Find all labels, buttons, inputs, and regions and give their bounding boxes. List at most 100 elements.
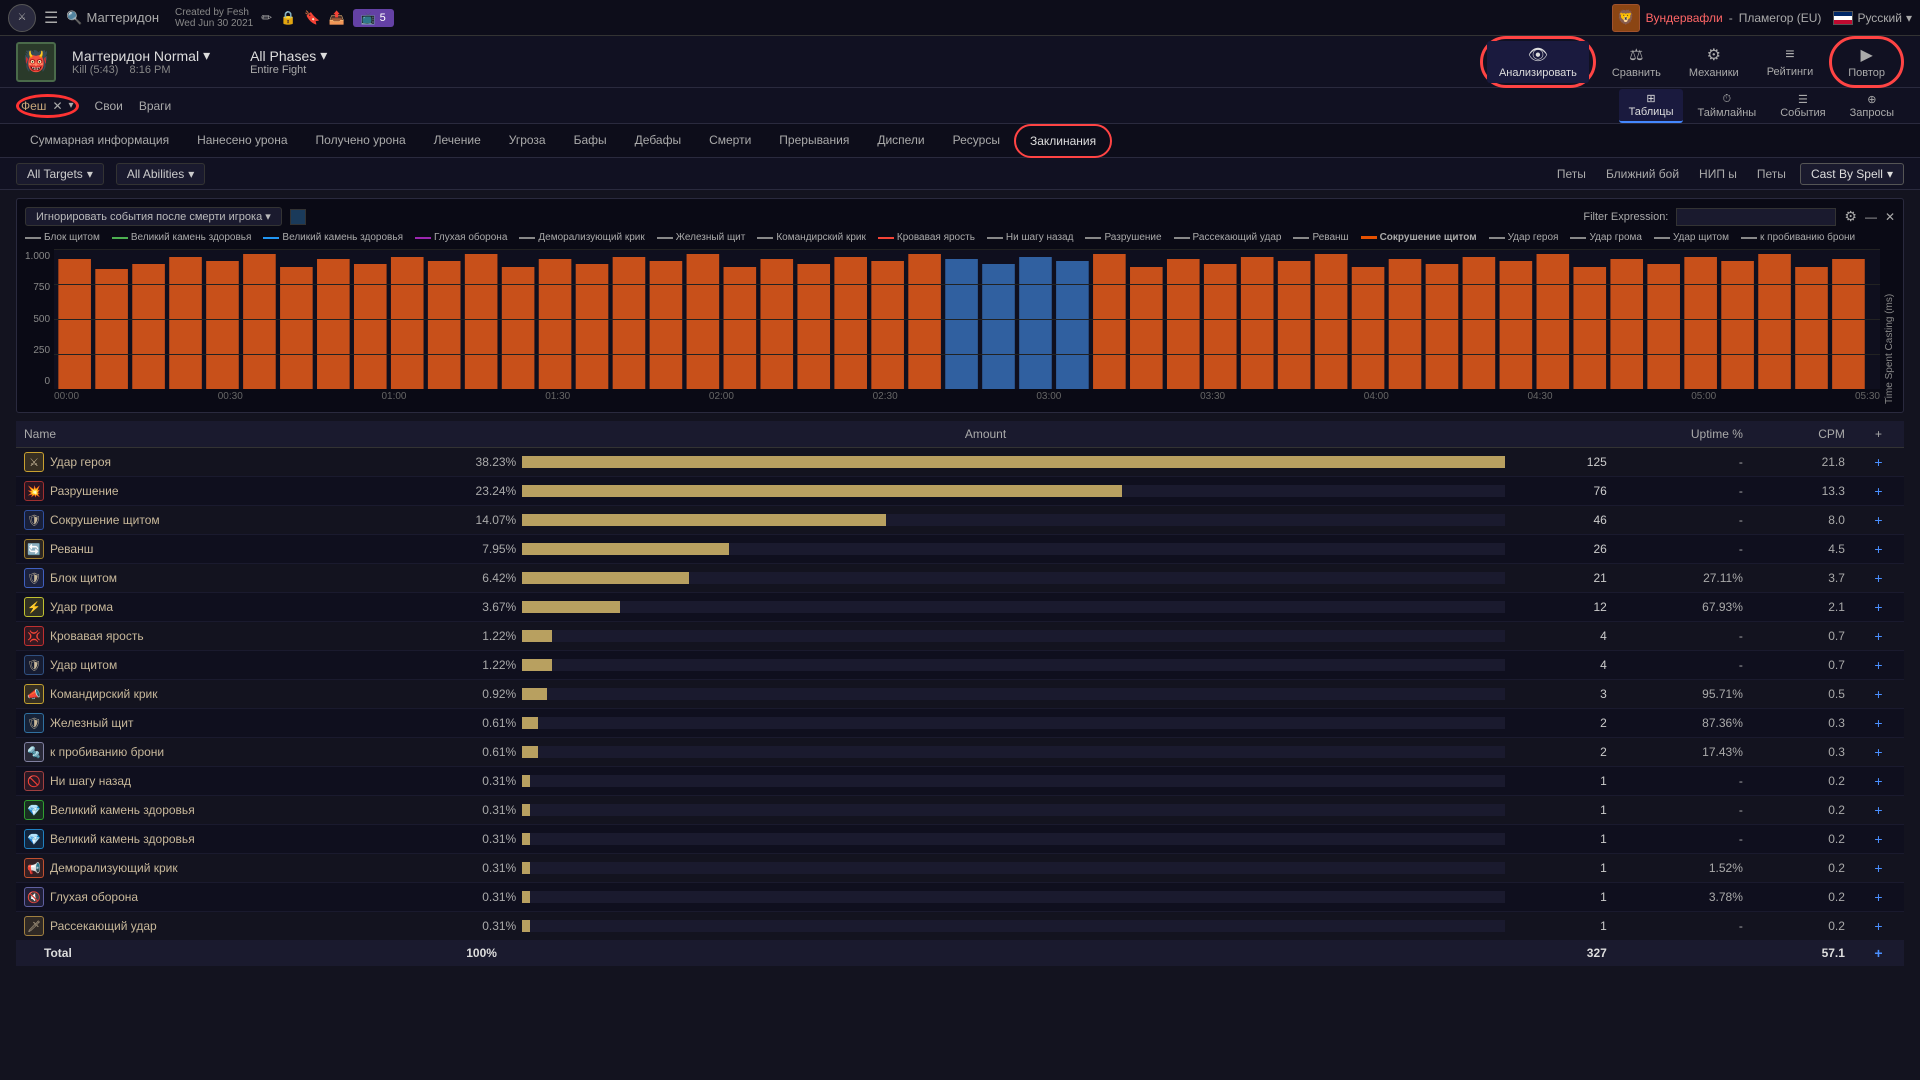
expand-button[interactable]: + bbox=[1874, 831, 1882, 847]
plus-cell[interactable]: + bbox=[1853, 738, 1904, 767]
tab-spells[interactable]: Заклинания bbox=[1014, 124, 1112, 158]
pct-text: 0.61% bbox=[466, 745, 516, 759]
ratings-button[interactable]: ≡ Рейтинги bbox=[1755, 42, 1826, 82]
chart-close-icon[interactable]: ✕ bbox=[1885, 210, 1895, 224]
plus-cell[interactable]: + bbox=[1853, 622, 1904, 651]
mechanics-button[interactable]: ⚙ Механики bbox=[1677, 41, 1751, 83]
events-button[interactable]: ☰ События bbox=[1770, 90, 1835, 122]
compare-button[interactable]: ⚖ Сравнить bbox=[1600, 41, 1673, 83]
npc-button[interactable]: НИП ы bbox=[1693, 167, 1743, 181]
expand-button[interactable]: + bbox=[1874, 715, 1882, 731]
hamburger-menu[interactable]: ☰ bbox=[44, 8, 58, 28]
replay-button[interactable]: ▶ Повтор bbox=[1836, 41, 1897, 83]
plus-cell[interactable]: + bbox=[1853, 680, 1904, 709]
uptime-cell: 87.36% bbox=[1615, 709, 1751, 738]
melee-button[interactable]: Ближний бой bbox=[1600, 167, 1685, 181]
plus-cell[interactable]: + bbox=[1853, 535, 1904, 564]
plus-cell[interactable]: + bbox=[1853, 593, 1904, 622]
plus-cell[interactable]: + bbox=[1853, 854, 1904, 883]
chart-minimize-icon[interactable]: — bbox=[1865, 210, 1877, 224]
legend-no-step-back: Ни шагу назад bbox=[987, 232, 1074, 243]
share-icon[interactable]: 📤 bbox=[329, 10, 345, 26]
tables-button[interactable]: ⊞ Таблицы bbox=[1619, 89, 1684, 123]
table-row: 📣 Командирский крик 0.92% 395.71%0.5+ bbox=[16, 680, 1904, 709]
tab-resources[interactable]: Ресурсы bbox=[939, 125, 1014, 157]
chart-filter-button[interactable]: Игнорировать события после смерти игрока… bbox=[25, 207, 282, 226]
user-section[interactable]: 🦁 Вундервафли - Пламегор (EU) bbox=[1612, 4, 1822, 32]
lock-icon[interactable]: 🔒 bbox=[280, 10, 296, 26]
dash-separator: - bbox=[1729, 11, 1733, 25]
twitch-button[interactable]: 📺 5 bbox=[353, 9, 394, 27]
tab-damage-done[interactable]: Нанесено урона bbox=[183, 125, 301, 157]
chart-filter-square[interactable] bbox=[290, 209, 306, 225]
expand-button[interactable]: + bbox=[1874, 744, 1882, 760]
spell-name-cell: 🔇 Глухая оборона bbox=[16, 883, 458, 912]
expand-button[interactable]: + bbox=[1874, 599, 1882, 615]
my-filter-tab[interactable]: Свои bbox=[95, 99, 123, 113]
expand-button[interactable]: + bbox=[1874, 773, 1882, 789]
edit-icon[interactable]: ✏ bbox=[261, 10, 272, 26]
plus-cell[interactable]: + bbox=[1853, 767, 1904, 796]
enemies-filter-tab[interactable]: Враги bbox=[139, 99, 171, 113]
expand-button[interactable]: + bbox=[1874, 512, 1882, 528]
expand-button[interactable]: + bbox=[1874, 918, 1882, 934]
expand-button[interactable]: + bbox=[1874, 454, 1882, 470]
filter-expression-input[interactable] bbox=[1676, 208, 1836, 226]
analyze-button[interactable]: 👁 Анализировать bbox=[1487, 41, 1589, 83]
chart-settings-icon[interactable]: ⚙ bbox=[1844, 208, 1857, 225]
tab-summary[interactable]: Суммарная информация bbox=[16, 125, 183, 157]
expand-button[interactable]: + bbox=[1874, 860, 1882, 876]
boss-name-button[interactable]: Магтеридон Normal ▾ bbox=[72, 47, 210, 64]
plus-cell[interactable]: + bbox=[1853, 709, 1904, 738]
plus-cell[interactable]: + bbox=[1853, 506, 1904, 535]
plus-cell[interactable]: + bbox=[1853, 651, 1904, 680]
expand-button[interactable]: + bbox=[1874, 570, 1882, 586]
pct-text: 3.67% bbox=[466, 600, 516, 614]
expand-button[interactable]: + bbox=[1874, 657, 1882, 673]
all-abilities-button[interactable]: All Abilities ▾ bbox=[116, 163, 205, 185]
plus-cell[interactable]: + bbox=[1853, 883, 1904, 912]
legend-no-step-back-label: Ни шагу назад bbox=[1006, 232, 1074, 243]
app-logo[interactable]: ⚔ bbox=[8, 4, 36, 32]
expand-button[interactable]: + bbox=[1874, 686, 1882, 702]
tab-interrupts[interactable]: Прерывания bbox=[765, 125, 863, 157]
total-plus-cell[interactable]: + bbox=[1853, 941, 1904, 966]
plus-cell[interactable]: + bbox=[1853, 448, 1904, 477]
pets-button[interactable]: Петы bbox=[1551, 167, 1592, 181]
player-filter[interactable]: Феш ✕ ▾ bbox=[16, 94, 79, 118]
tab-threat[interactable]: Угроза bbox=[495, 125, 560, 157]
cast-by-spell-button[interactable]: Cast By Spell ▾ bbox=[1800, 163, 1904, 185]
tab-healing[interactable]: Лечение bbox=[420, 125, 495, 157]
amount-inner: 0.61% bbox=[466, 745, 1505, 759]
expand-button[interactable]: + bbox=[1874, 628, 1882, 644]
all-targets-button[interactable]: All Targets ▾ bbox=[16, 163, 104, 185]
pets2-button[interactable]: Петы bbox=[1751, 167, 1792, 181]
tab-buffs[interactable]: Бафы bbox=[560, 125, 621, 157]
bookmark-icon[interactable]: 🔖 bbox=[304, 10, 320, 26]
tab-dispels[interactable]: Диспели bbox=[863, 125, 938, 157]
expand-button[interactable]: + bbox=[1874, 483, 1882, 499]
tab-debuffs[interactable]: Дебафы bbox=[621, 125, 695, 157]
plus-cell[interactable]: + bbox=[1853, 564, 1904, 593]
plus-cell[interactable]: + bbox=[1853, 912, 1904, 941]
filter-chevron-icon[interactable]: ▾ bbox=[69, 100, 74, 111]
phases-button[interactable]: All Phases ▾ bbox=[250, 47, 327, 64]
expand-button[interactable]: + bbox=[1874, 541, 1882, 557]
tab-damage-taken[interactable]: Получено урона bbox=[302, 125, 420, 157]
expand-button[interactable]: + bbox=[1874, 802, 1882, 818]
expand-button[interactable]: + bbox=[1874, 889, 1882, 905]
filter-close-icon[interactable]: ✕ bbox=[52, 99, 62, 113]
total-expand-button[interactable]: + bbox=[1874, 945, 1882, 961]
bar-fill bbox=[522, 804, 530, 816]
replay-icon: ▶ bbox=[1860, 45, 1872, 65]
plus-cell[interactable]: + bbox=[1853, 477, 1904, 506]
plus-cell[interactable]: + bbox=[1853, 825, 1904, 854]
plus-cell[interactable]: + bbox=[1853, 796, 1904, 825]
filter-expr-label: Filter Expression: bbox=[1583, 211, 1668, 223]
timeline-button[interactable]: ⏱ Таймлайны bbox=[1687, 90, 1766, 122]
tab-deaths[interactable]: Смерти bbox=[695, 125, 765, 157]
language-section[interactable]: Русский ▾ bbox=[1833, 11, 1912, 25]
search-section[interactable]: 🔍 Магтеридон bbox=[66, 10, 159, 26]
queries-button[interactable]: ⊕ Запросы bbox=[1840, 90, 1904, 122]
amount-cell: 23.24% bbox=[458, 477, 1513, 506]
